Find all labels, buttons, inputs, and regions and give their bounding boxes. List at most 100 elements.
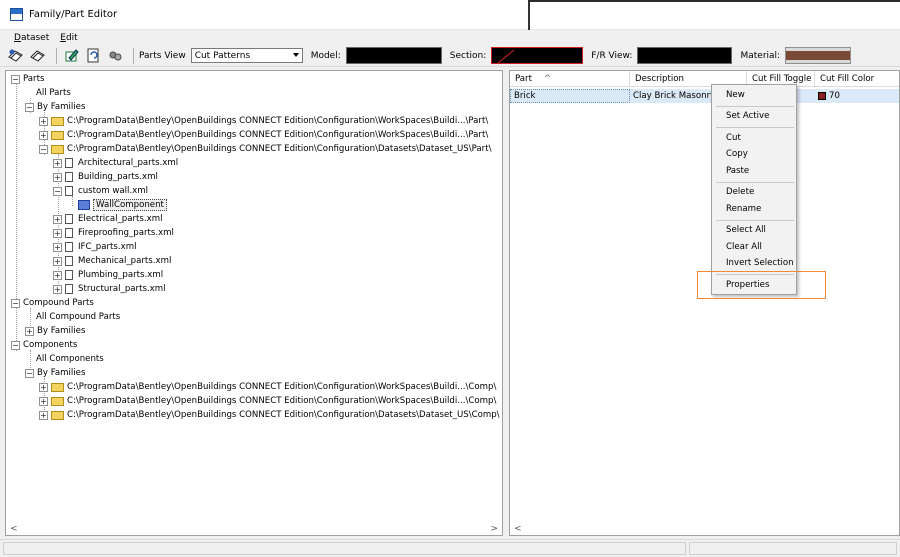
column-header-part[interactable]: Part ^ <box>510 71 630 87</box>
status-section <box>689 542 897 555</box>
menu-item-clear-all[interactable]: Clear All <box>726 240 762 254</box>
expand-icon[interactable]: + <box>53 214 62 224</box>
material-swatch[interactable] <box>785 47 852 64</box>
list-horizontal-scrollbar[interactable]: < <box>510 523 899 535</box>
expand-icon[interactable]: + <box>53 158 62 168</box>
tree-node-components[interactable]: − Components <box>11 338 77 352</box>
expand-icon[interactable]: + <box>39 116 48 126</box>
refresh-icon[interactable] <box>84 48 102 64</box>
tree-node-label: By Families <box>37 102 86 112</box>
fr-view-swatch[interactable] <box>637 47 733 64</box>
column-header-label: Cut Fill Toggle <box>752 73 812 84</box>
tree-node-all-compound-parts[interactable]: All Compound Parts <box>36 310 120 324</box>
chevron-down-icon <box>292 53 299 57</box>
menu-dataset[interactable]: Dataset <box>14 33 49 43</box>
section-swatch[interactable] <box>491 47 584 64</box>
collapse-icon[interactable]: − <box>11 340 20 350</box>
tree-node-file[interactable]: + IFC_parts.xml <box>53 240 136 254</box>
tree-node-compound-by-families[interactable]: + By Families <box>25 324 85 338</box>
collapse-icon[interactable]: − <box>25 368 34 378</box>
cell-part: Brick <box>510 89 630 103</box>
menu-item-set-active[interactable]: Set Active <box>726 109 769 123</box>
collapse-icon[interactable]: − <box>25 102 34 112</box>
expand-icon[interactable]: + <box>53 270 62 280</box>
new-family-icon[interactable] <box>7 48 25 64</box>
tree-horizontal-scrollbar[interactable]: < > <box>6 523 502 535</box>
menu-item-copy[interactable]: Copy <box>726 147 748 161</box>
scroll-right-icon[interactable]: > <box>490 524 498 534</box>
tree-node-all-parts[interactable]: All Parts <box>36 86 71 100</box>
tree-node-label: All Compound Parts <box>36 312 121 322</box>
background-window-strip <box>528 0 900 30</box>
column-header-label: Description <box>635 73 684 84</box>
tree-node-components-by-families[interactable]: − By Families <box>25 366 85 380</box>
file-icon <box>65 284 73 294</box>
tree-node-label: Electrical_parts.xml <box>78 214 163 224</box>
collapse-icon[interactable]: − <box>39 144 48 154</box>
menu-item-delete[interactable]: Delete <box>726 185 754 199</box>
tree-node-path-workspaces-part-1[interactable]: + C:\ProgramData\Bentley\OpenBuildings C… <box>39 114 488 128</box>
collapse-icon[interactable]: − <box>11 298 20 308</box>
tree-node-compound-parts[interactable]: − Compound Parts <box>11 296 94 310</box>
tree-node-label: Architectural_parts.xml <box>78 158 179 168</box>
tree-node-path-workspaces-part-2[interactable]: + C:\ProgramData\Bentley\OpenBuildings C… <box>39 128 488 142</box>
tree-node-wall-component[interactable]: WallComponent <box>78 198 167 212</box>
tree-node-file[interactable]: + Mechanical_parts.xml <box>53 254 171 268</box>
tree-node-label: All Components <box>36 354 104 364</box>
tree-node-parts[interactable]: − Parts <box>11 72 44 86</box>
tree-node-file[interactable]: + Building_parts.xml <box>53 170 158 184</box>
menu-item-rename[interactable]: Rename <box>726 202 761 216</box>
status-section <box>3 542 686 555</box>
collapse-icon[interactable]: − <box>11 74 20 84</box>
menu-separator <box>716 220 794 221</box>
tree-node-label: C:\ProgramData\Bentley\OpenBuildings CON… <box>67 396 497 406</box>
tree-node-file[interactable]: + Fireproofing_parts.xml <box>53 226 174 240</box>
tree-node-all-components[interactable]: All Components <box>36 352 104 366</box>
file-icon <box>65 256 73 266</box>
menu-item-select-all[interactable]: Select All <box>726 223 766 237</box>
color-swatch <box>818 92 826 100</box>
tree-node-by-families[interactable]: − By Families <box>25 100 85 114</box>
tree-node-file[interactable]: + Plumbing_parts.xml <box>53 268 163 282</box>
expand-icon[interactable]: + <box>53 256 62 266</box>
scroll-left-icon[interactable]: < <box>514 524 522 534</box>
cell-color-value: 70 <box>829 91 840 101</box>
tree-node-file[interactable]: − custom wall.xml <box>53 184 148 198</box>
tree-node-path-workspaces-comp-2[interactable]: + C:\ProgramData\Bentley\OpenBuildings C… <box>39 394 496 408</box>
file-icon <box>65 242 73 252</box>
edit-icon[interactable] <box>62 48 80 64</box>
model-label: Model: <box>310 50 341 61</box>
expand-icon[interactable]: + <box>39 410 48 420</box>
expand-icon[interactable]: + <box>39 382 48 392</box>
new-part-icon[interactable] <box>29 48 47 64</box>
expand-icon[interactable]: + <box>53 242 62 252</box>
scroll-left-icon[interactable]: < <box>10 524 18 534</box>
tree-node-file[interactable]: + Architectural_parts.xml <box>53 156 178 170</box>
model-swatch[interactable] <box>345 47 442 64</box>
column-header-cut-fill-color[interactable]: Cut Fill Color <box>815 71 899 87</box>
parts-list[interactable]: Part ^ Description Cut Fill Toggle Cut F… <box>509 70 900 536</box>
menu-item-invert-selection[interactable]: Invert Selection <box>726 256 794 270</box>
expand-icon[interactable]: + <box>39 396 48 406</box>
expand-icon[interactable]: + <box>39 130 48 140</box>
folder-icon <box>51 116 64 126</box>
menu-edit[interactable]: Edit <box>60 33 77 43</box>
file-icon <box>65 228 73 238</box>
family-tree[interactable]: − Parts All Parts − By Families + C:\Pro… <box>5 70 503 536</box>
expand-icon[interactable]: + <box>25 326 34 336</box>
parts-view-select[interactable]: Cut Patterns <box>190 48 303 63</box>
tree-node-path-datasets-comp[interactable]: + C:\ProgramData\Bentley\OpenBuildings C… <box>39 408 500 422</box>
expand-icon[interactable]: + <box>53 284 62 294</box>
menu-item-new[interactable]: New <box>726 88 745 102</box>
collapse-icon[interactable]: − <box>53 186 62 196</box>
tree-node-path-datasets-part[interactable]: − C:\ProgramData\Bentley\OpenBuildings C… <box>39 142 491 156</box>
menu-item-cut[interactable]: Cut <box>726 131 741 145</box>
expand-icon[interactable]: + <box>53 172 62 182</box>
tree-node-file[interactable]: + Electrical_parts.xml <box>53 212 162 226</box>
menu-item-paste[interactable]: Paste <box>726 164 749 178</box>
folder-open-icon <box>51 144 64 154</box>
expand-icon[interactable]: + <box>53 228 62 238</box>
settings-icon[interactable] <box>106 48 124 64</box>
tree-node-file[interactable]: + Structural_parts.xml <box>53 282 166 296</box>
tree-node-path-workspaces-comp-1[interactable]: + C:\ProgramData\Bentley\OpenBuildings C… <box>39 380 496 394</box>
